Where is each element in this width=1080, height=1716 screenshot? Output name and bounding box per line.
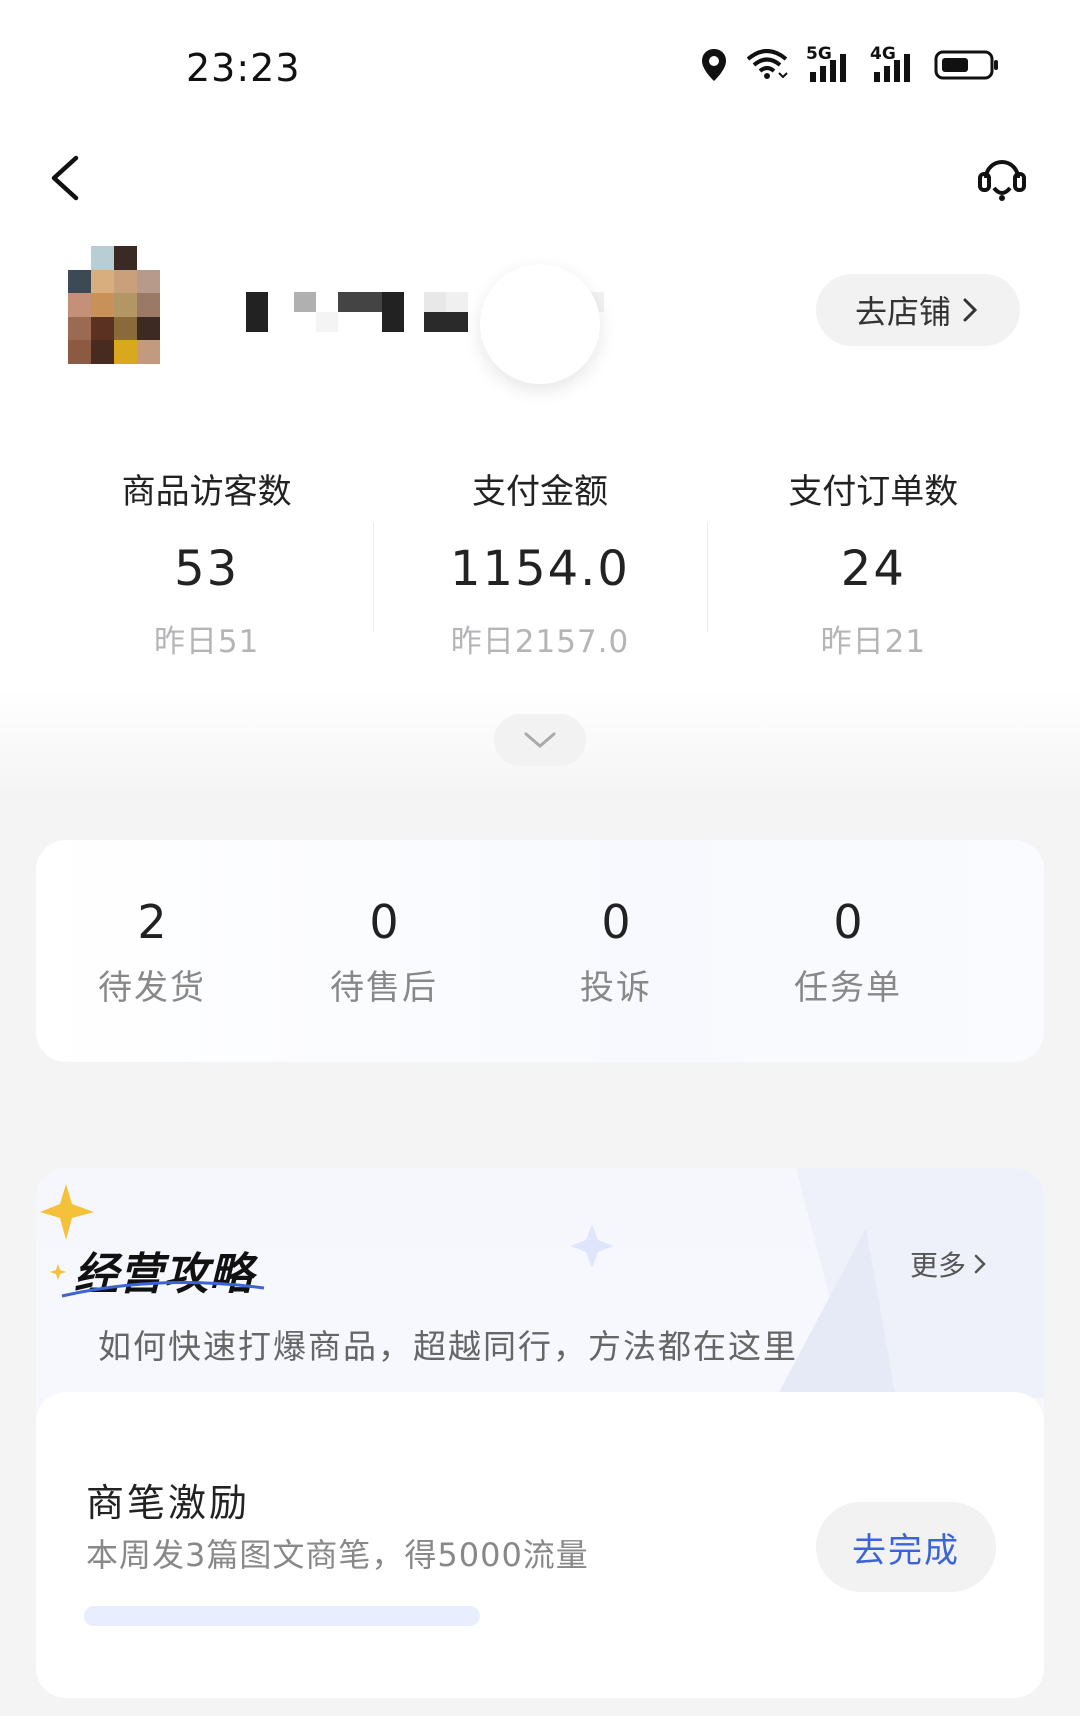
headset-icon (978, 160, 1026, 201)
metric-value: 53 (174, 541, 240, 597)
task-progress-bar (84, 1606, 480, 1626)
strategy-description: 如何快速打爆商品，超越同行，方法都在这里 (98, 1327, 798, 1366)
shop-avatar[interactable] (68, 246, 160, 364)
order-label: 待售后 (330, 968, 438, 1008)
status-bar: 23:23 5G 4G (0, 0, 1080, 140)
order-complaints[interactable]: 0 投诉 (500, 840, 732, 1062)
metrics-row: 商品访客数 53 昨日51 支付金额 1154.0 昨日2157.0 支付订单数… (40, 460, 1040, 660)
order-count: 2 (137, 895, 167, 949)
more-label: 更多 (909, 1249, 966, 1282)
task-card: 商笔激励 本周发3篇图文商笔，得5000流量 去完成 (36, 1392, 1044, 1698)
expand-metrics-button[interactable] (494, 714, 586, 766)
metric-yesterday: 昨日51 (153, 624, 260, 660)
battery-icon (934, 49, 1000, 85)
metric-payment-orders[interactable]: 支付订单数 24 昨日21 (706, 460, 1040, 660)
metric-payment-amount[interactable]: 支付金额 1154.0 昨日2157.0 (373, 460, 706, 660)
orders-card: 2 待发货 0 待售后 0 投诉 0 任务单 (36, 840, 1044, 1062)
order-label: 待发货 (98, 968, 206, 1008)
status-time: 23:23 (186, 46, 301, 90)
metric-value: 24 (840, 541, 906, 597)
wifi-icon (746, 49, 788, 85)
chevron-left-icon (51, 155, 79, 201)
signal-5g-icon: 5G (806, 44, 852, 84)
order-after-sales[interactable]: 0 待售后 (268, 840, 500, 1062)
signal-4g-icon: 4G (870, 44, 916, 84)
metric-visitors[interactable]: 商品访客数 53 昨日51 (40, 460, 373, 660)
metric-yesterday: 昨日2157.0 (450, 624, 630, 660)
chevron-down-icon (524, 732, 556, 748)
task-button-label: 去完成 (852, 1530, 960, 1571)
task-description: 本周发3篇图文商笔，得5000流量 (86, 1536, 589, 1574)
sparkle-icon (40, 1184, 94, 1240)
strategy-card: 经营攻略 更多 如何快速打爆商品，超越同行，方法都在这里 商笔激励 本周发3篇图… (36, 1168, 1044, 1698)
order-pending-shipment[interactable]: 2 待发货 (36, 840, 268, 1062)
task-complete-button[interactable]: 去完成 (816, 1502, 996, 1592)
order-label: 任务单 (794, 968, 902, 1008)
metric-label: 商品访客数 (121, 472, 292, 512)
metric-value: 1154.0 (450, 541, 630, 597)
status-icons: 5G 4G (700, 44, 1000, 86)
metric-yesterday: 昨日21 (820, 624, 927, 660)
task-title: 商笔激励 (86, 1481, 251, 1525)
order-label: 投诉 (580, 968, 652, 1008)
back-button[interactable] (40, 150, 96, 206)
goto-shop-button[interactable]: 去店铺 (816, 274, 1020, 346)
order-count: 0 (833, 895, 863, 949)
order-tasks[interactable]: 0 任务单 (732, 840, 964, 1062)
metric-label: 支付金额 (471, 472, 608, 512)
chevron-right-icon (963, 298, 978, 322)
title-swoosh (61, 1281, 265, 1298)
floating-bubble[interactable] (480, 264, 600, 384)
strategy-more-link[interactable]: 更多 (910, 1244, 988, 1284)
order-count: 0 (601, 895, 631, 949)
chevron-right-icon (974, 1254, 986, 1274)
metric-label: 支付订单数 (788, 472, 959, 512)
order-count: 0 (369, 895, 399, 949)
customer-service-button[interactable] (974, 150, 1030, 206)
goto-shop-label: 去店铺 (854, 293, 951, 331)
location-icon (700, 48, 728, 86)
